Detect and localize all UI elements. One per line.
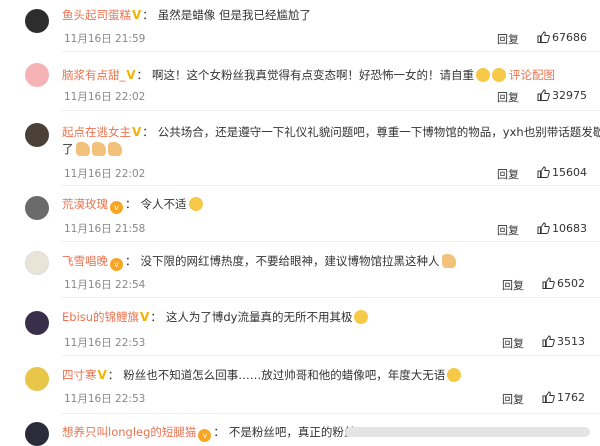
comment-text: 啊这！这个女粉丝我真觉得有点变态啊！好恐怖一女的！请自重 [152, 68, 475, 82]
speechless-face-emoji-icon [447, 368, 462, 382]
like-button[interactable]: 3513 [542, 335, 585, 348]
username[interactable]: 鱼头起司蛋糕 [62, 8, 131, 22]
praying-hands-icon [91, 142, 106, 156]
like-button[interactable]: 10683 [537, 222, 587, 235]
divider [62, 185, 600, 186]
reply-button[interactable]: 回复 [497, 222, 519, 238]
like-button[interactable]: 15604 [537, 166, 587, 179]
thumbs-up-icon [542, 391, 555, 403]
thumbs-up-icon [542, 277, 555, 289]
laughing-emoji-icon [492, 68, 507, 82]
colon: ： [107, 368, 120, 382]
verified-badge-icon: V [97, 368, 107, 382]
like-count: 15604 [552, 166, 587, 179]
reply-button[interactable]: 回复 [502, 335, 524, 351]
reply-button[interactable]: 回复 [497, 166, 519, 182]
praying-hands-icon [107, 142, 122, 156]
comment-text: 不是粉丝吧，真正的粉丝 [228, 425, 356, 439]
timestamp: 11月16日 22:53 [64, 393, 146, 405]
avatar[interactable] [25, 196, 49, 220]
timestamp: 11月16日 22:02 [64, 168, 146, 180]
thumbs-up-icon [537, 89, 550, 101]
comment-text: 粉丝也不知道怎么回事……放过帅哥和他的蜡像吧，年度大无语 [123, 368, 446, 382]
view-image-link[interactable]: 评论配图 [509, 68, 555, 82]
colon: ： [150, 310, 162, 324]
comment-text: 虽然是蜡像 但是我已经尴尬了 [157, 8, 311, 22]
sick-face-emoji-icon [188, 197, 203, 211]
colon: ： [125, 254, 137, 268]
reply-button[interactable]: 回复 [502, 277, 524, 293]
colon: ： [142, 8, 154, 22]
avatar[interactable] [25, 9, 49, 33]
comment-text: 没下限的网红博热度，不要给眼神，建议博物馆拉黑这种人 [140, 254, 440, 268]
verified-badge-icon: V [140, 310, 150, 324]
colon: ： [213, 425, 225, 439]
timestamp: 11月16日 21:59 [64, 33, 146, 45]
avatar[interactable] [25, 63, 49, 87]
divider [62, 413, 600, 414]
reply-button[interactable]: 回复 [497, 31, 519, 47]
like-count: 67686 [552, 31, 587, 44]
vip-badge-icon: v [110, 258, 123, 271]
reply-button[interactable]: 回复 [502, 391, 524, 407]
username[interactable]: 飞雪唱晚 [62, 254, 108, 268]
praying-hands-icon [441, 254, 456, 268]
comment-text: 令人不适 [140, 197, 187, 211]
vip-badge-icon: v [198, 429, 212, 442]
verified-badge-icon: V [126, 68, 136, 82]
divider [62, 241, 600, 242]
comment-text-continued: 了 [62, 142, 74, 156]
comment-text: 公共场合，还是遵守一下礼仪礼貌问题吧，尊重一下博物馆的物品，yxh也别带话题发歇 [157, 125, 600, 139]
verified-badge-icon: V [132, 125, 142, 139]
like-count: 10683 [552, 222, 587, 235]
like-count: 3513 [557, 335, 585, 348]
like-count: 32975 [552, 89, 587, 102]
avatar[interactable] [25, 123, 49, 147]
thumbs-up-icon [537, 166, 550, 178]
vip-badge-icon: v [110, 201, 123, 214]
timestamp: 11月16日 22:53 [64, 337, 146, 349]
colon: ： [142, 125, 154, 139]
crying-face-emoji-icon [354, 310, 369, 324]
timestamp: 11月16日 22:54 [64, 279, 146, 291]
praying-hands-icon [75, 142, 90, 156]
like-button[interactable]: 32975 [537, 89, 587, 102]
avatar[interactable] [25, 422, 49, 446]
reply-button[interactable]: 回复 [497, 89, 519, 105]
username[interactable]: 想养只叫longleg的短腿猫 [62, 425, 196, 439]
divider [62, 110, 600, 111]
blurred-text [345, 427, 590, 437]
username[interactable]: 四寸寒 [62, 368, 97, 382]
username[interactable]: 起点在逃女主 [62, 125, 131, 139]
colon: ： [125, 197, 137, 211]
thumbs-up-icon [537, 222, 550, 234]
like-count: 1762 [557, 391, 585, 404]
username[interactable]: Ebisu的锦鲤旗 [62, 310, 139, 324]
like-button[interactable]: 1762 [542, 391, 585, 404]
avatar[interactable] [25, 311, 49, 335]
avatar[interactable] [25, 367, 49, 391]
like-button[interactable]: 67686 [537, 31, 587, 44]
username[interactable]: 脑浆有点甜_ [62, 68, 125, 82]
like-count: 6502 [557, 277, 585, 290]
comment-text: 这人为了博dy流量真的无所不用其极 [165, 310, 353, 324]
timestamp: 11月16日 22:02 [64, 91, 146, 103]
timestamp: 11月16日 21:58 [64, 223, 146, 235]
thumbs-up-icon [537, 31, 550, 43]
avatar[interactable] [25, 251, 49, 275]
laughing-emoji-icon [476, 68, 491, 82]
thumbs-up-icon [542, 335, 555, 347]
like-button[interactable]: 6502 [542, 277, 585, 290]
divider [62, 51, 600, 52]
username[interactable]: 荒漠玫瑰 [62, 197, 108, 211]
colon: ： [136, 68, 149, 82]
divider [62, 355, 600, 356]
divider [62, 297, 600, 298]
verified-badge-icon: V [132, 8, 142, 22]
